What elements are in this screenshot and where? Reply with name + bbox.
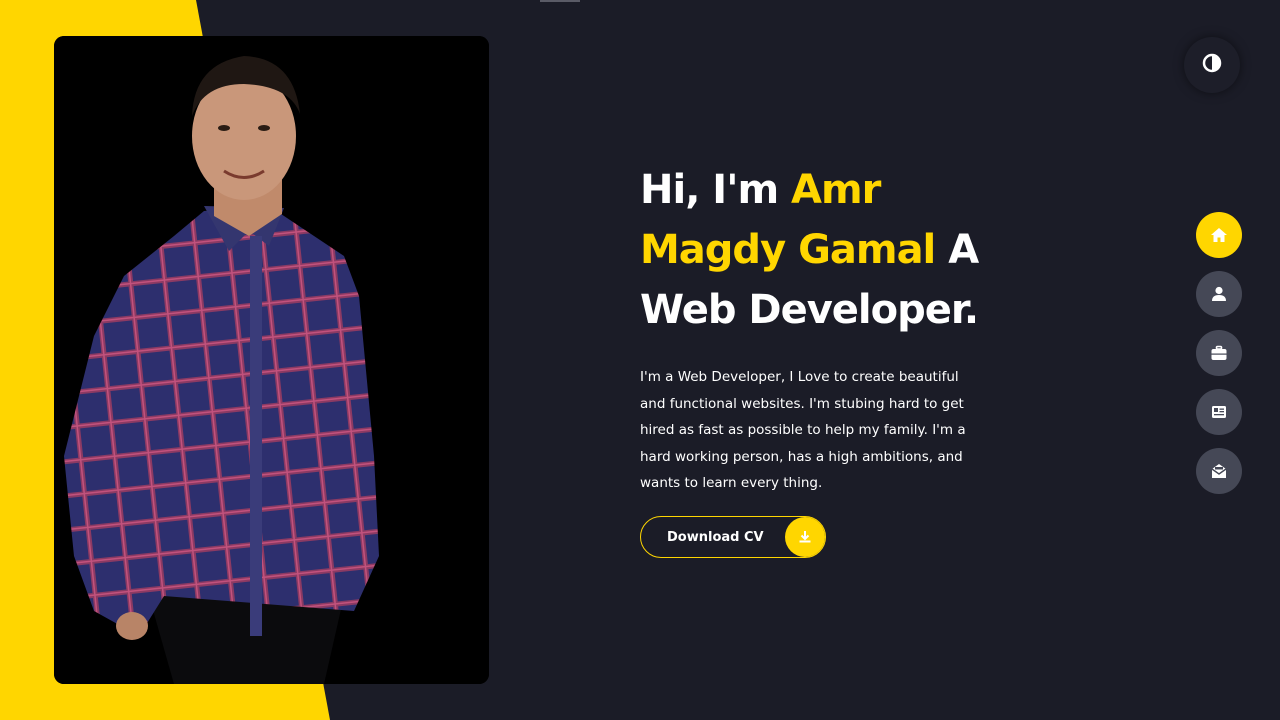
profile-photo <box>54 36 489 684</box>
side-nav <box>1196 212 1242 507</box>
nav-item-home[interactable] <box>1196 212 1242 258</box>
theme-toggle-button[interactable] <box>1184 37 1240 93</box>
newspaper-icon <box>1210 403 1228 421</box>
user-icon <box>1210 285 1228 303</box>
nav-item-about[interactable] <box>1196 271 1242 317</box>
contrast-icon <box>1202 53 1222 77</box>
download-cv-button[interactable]: Download CV <box>640 516 826 558</box>
profile-photo-illustration <box>54 36 489 684</box>
hero-bio: I'm a Web Developer, I Love to create be… <box>640 369 966 491</box>
download-icon <box>785 517 825 557</box>
headline-intro: Hi, I'm <box>640 167 792 213</box>
top-divider <box>540 0 580 2</box>
nav-item-contact[interactable] <box>1196 448 1242 494</box>
hero-section: Hi, I'm Amr Magdy Gamal A Web Developer.… <box>640 160 1000 558</box>
nav-item-portfolio[interactable] <box>1196 330 1242 376</box>
briefcase-icon <box>1210 344 1228 362</box>
home-icon <box>1210 226 1228 244</box>
hero-headline: Hi, I'm Amr Magdy Gamal A Web Developer. <box>640 160 1000 340</box>
envelope-open-icon <box>1210 462 1228 480</box>
nav-item-blog[interactable] <box>1196 389 1242 435</box>
download-cv-label: Download CV <box>667 529 764 545</box>
